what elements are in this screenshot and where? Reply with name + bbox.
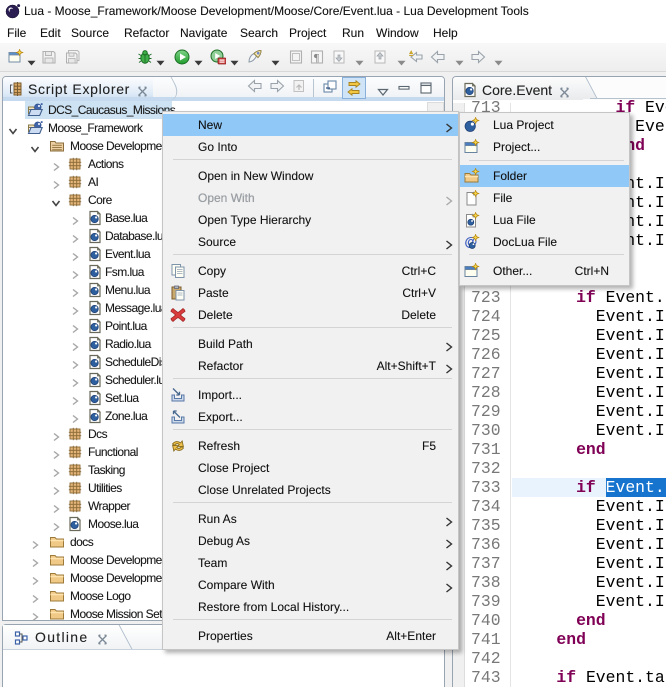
svg-text:¶: ¶ [314,52,319,64]
